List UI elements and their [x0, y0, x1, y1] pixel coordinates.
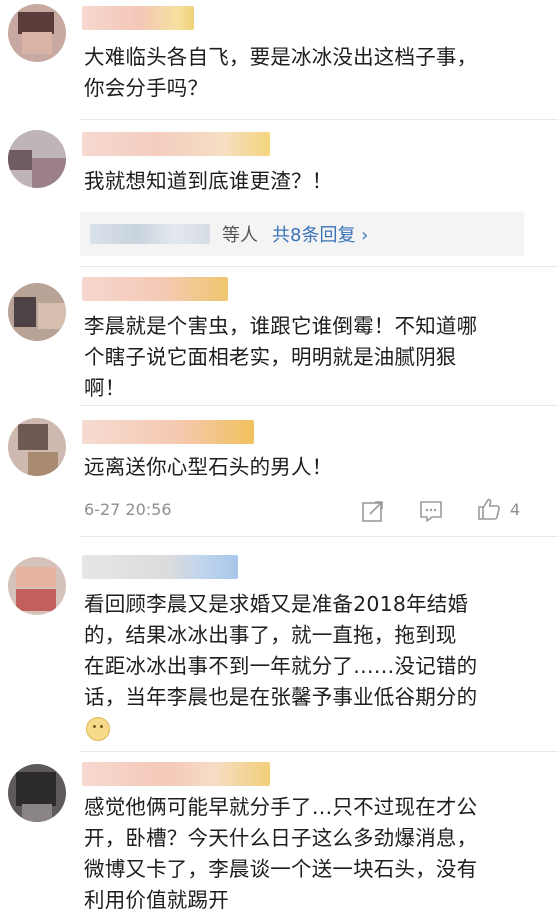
username[interactable] [82, 762, 270, 786]
comment-item: 感觉他俩可能早就分手了…只不过现在才公 开，卧槽？今天什么日子这么多劲爆消息， … [0, 752, 558, 919]
reply-suffix: 等人 [222, 225, 258, 246]
comment-item: 看回顾李晨又是求婚又是准备2018年结婚 的，结果冰冰出事了，就一直拖，拖到现 … [0, 537, 558, 751]
comment-text: 大难临头各自飞，要是冰冰没出这档子事， 你会分手吗？ [84, 45, 478, 100]
like-count: 4 [510, 500, 521, 519]
username[interactable] [82, 555, 238, 579]
comment-text: 远离送你心型石头的男人！ [84, 455, 333, 479]
avatar[interactable] [8, 283, 66, 341]
reply-users [90, 224, 210, 244]
view-replies-link[interactable]: 共8条回复 › [272, 221, 368, 247]
username[interactable] [82, 132, 270, 156]
comment-icon[interactable] [418, 498, 444, 524]
thumbs-up-icon[interactable] [476, 496, 502, 522]
username[interactable] [82, 420, 254, 444]
avatar[interactable] [8, 418, 66, 476]
share-icon[interactable] [360, 498, 386, 524]
comment-item: 大难临头各自飞，要是冰冰没出这档子事， 你会分手吗？ [0, 0, 558, 120]
comment-text: 看回顾李晨又是求婚又是准备2018年结婚 的，结果冰冰出事了，就一直拖，拖到现 … [84, 592, 478, 709]
avatar[interactable] [8, 557, 66, 615]
username[interactable] [82, 277, 228, 301]
comment-text: 感觉他俩可能早就分手了…只不过现在才公 开，卧槽？今天什么日子这么多劲爆消息， … [84, 795, 478, 912]
username[interactable] [82, 6, 194, 30]
avatar[interactable] [8, 4, 66, 62]
comment-timestamp: 6-27 20:56 [84, 500, 172, 519]
comment-text: 我就想知道到底谁更渣？！ [84, 169, 333, 193]
comment-text: 李晨就是个害虫，谁跟它谁倒霉！不知道哪 个瞎子说它面相老实，明明就是油腻阴狠 啊… [84, 314, 478, 400]
comment-item: 远离送你心型石头的男人！ 6-27 20:56 4 [0, 406, 558, 536]
comment-item: 李晨就是个害虫，谁跟它谁倒霉！不知道哪 个瞎子说它面相老实，明明就是油腻阴狠 啊… [0, 267, 558, 405]
emoji-icon [86, 717, 110, 741]
comment-item: 我就想知道到底谁更渣？！ 等人 共8条回复 › [0, 120, 558, 266]
avatar[interactable] [8, 130, 66, 188]
avatar[interactable] [8, 764, 66, 822]
reply-preview[interactable]: 等人 共8条回复 › [80, 212, 524, 256]
